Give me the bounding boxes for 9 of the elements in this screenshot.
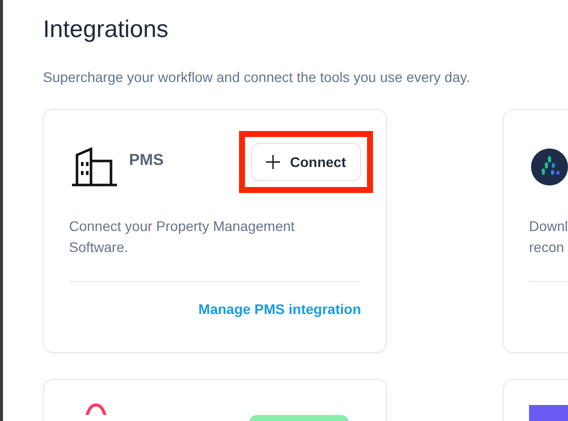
integration-description: Downl recon	[529, 217, 568, 257]
arc-icon	[84, 403, 108, 415]
integration-name: PMS	[129, 152, 164, 170]
building-icon	[71, 147, 119, 187]
plus-icon	[266, 155, 280, 169]
page-title: Integrations	[43, 15, 170, 45]
page-subtitle: Supercharge your workflow and connect the tools you use every day.	[43, 68, 471, 86]
connect-button[interactable]: Connect	[251, 143, 361, 181]
integration-description: Connect your Property Management Software.	[69, 217, 296, 257]
